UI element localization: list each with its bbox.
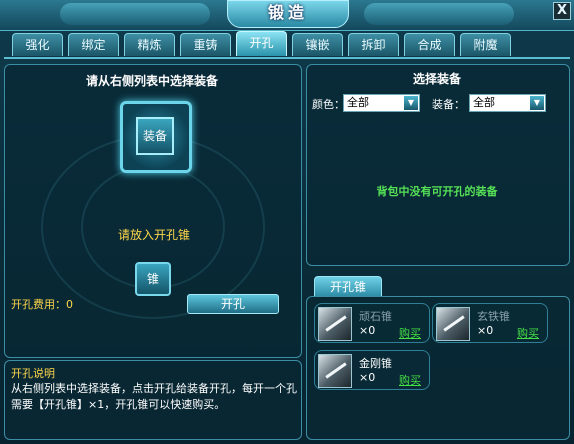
tab-remove[interactable]: 拆卸 — [348, 33, 399, 56]
shop-item-qty: ×0 — [359, 324, 376, 337]
shop-item-qty: ×0 — [359, 371, 376, 384]
tab-inlay[interactable]: 镶嵌 — [292, 33, 343, 56]
buy-link[interactable]: 购买 — [517, 325, 539, 341]
chevron-down-icon: ▼ — [404, 96, 418, 110]
iron-cone-icon[interactable] — [436, 307, 470, 341]
tab-bind[interactable]: 绑定 — [68, 33, 119, 56]
description-heading: 开孔说明 — [11, 367, 55, 380]
socket-description: 开孔说明 从右侧列表中选择装备，点击开孔给装备开孔，每开一个孔需要【开孔锥】×1… — [4, 360, 302, 440]
cone-shop-tab[interactable]: 开孔锥 — [314, 276, 382, 297]
equipment-slot-frame: 装备 — [120, 101, 192, 173]
chevron-down-icon: ▼ — [530, 96, 544, 110]
shop-item-qty: ×0 — [477, 324, 494, 337]
color-filter-select[interactable]: 全部 ▼ — [343, 94, 420, 112]
tab-enchant[interactable]: 附魔 — [460, 33, 511, 56]
tab-reforge[interactable]: 重铸 — [180, 33, 231, 56]
shop-item: 玄铁锥 ×0 购买 — [432, 303, 548, 343]
socket-heading: 请从右侧列表中选择装备 — [85, 74, 218, 88]
tab-underline — [4, 57, 570, 59]
place-cone-hint: 请放入开孔锥 — [118, 228, 191, 242]
cone-slot[interactable]: 锥 — [135, 262, 171, 296]
color-filter-value: 全部 — [347, 96, 369, 109]
forge-window: 锻造 X 强化 绑定 精炼 重铸 开孔 镶嵌 拆卸 合成 附魔 请从右侧列表中选… — [0, 0, 574, 444]
tab-refine[interactable]: 精炼 — [124, 33, 175, 56]
shop-item-name: 金刚锥 — [359, 357, 392, 370]
shop-item-name: 顽石锥 — [359, 310, 392, 323]
select-heading: 选择装备 — [412, 72, 461, 86]
buy-link[interactable]: 购买 — [399, 372, 421, 388]
title-ornament-right — [364, 3, 514, 25]
empty-list-message: 背包中没有可开孔的装备 — [376, 185, 498, 198]
shop-item: 金刚锥 ×0 购买 — [314, 350, 430, 390]
diamond-cone-icon[interactable] — [318, 354, 352, 388]
close-button[interactable]: X — [553, 2, 571, 20]
shop-item-name: 玄铁锥 — [477, 310, 510, 323]
color-filter-label: 颜色： — [312, 98, 345, 111]
tab-socket[interactable]: 开孔 — [236, 31, 287, 56]
equip-filter-label: 装备： — [432, 98, 465, 111]
stone-cone-icon[interactable] — [318, 307, 352, 341]
title-ornament-left — [60, 3, 210, 25]
tab-combine[interactable]: 合成 — [404, 33, 455, 56]
equipment-slot[interactable]: 装备 — [136, 117, 174, 155]
tab-enhance[interactable]: 强化 — [12, 33, 63, 56]
window-title: 锻造 — [227, 0, 349, 28]
description-text: 从右侧列表中选择装备，点击开孔给装备开孔，每开一个孔需要【开孔锥】×1，开孔锥可… — [11, 382, 297, 411]
socket-fee: 开孔费用：0 — [11, 298, 73, 311]
equip-filter-value: 全部 — [473, 96, 495, 109]
shop-item: 顽石锥 ×0 购买 — [314, 303, 430, 343]
buy-link[interactable]: 购买 — [399, 325, 421, 341]
socket-button[interactable]: 开孔 — [187, 294, 279, 314]
equip-filter-select[interactable]: 全部 ▼ — [469, 94, 546, 112]
